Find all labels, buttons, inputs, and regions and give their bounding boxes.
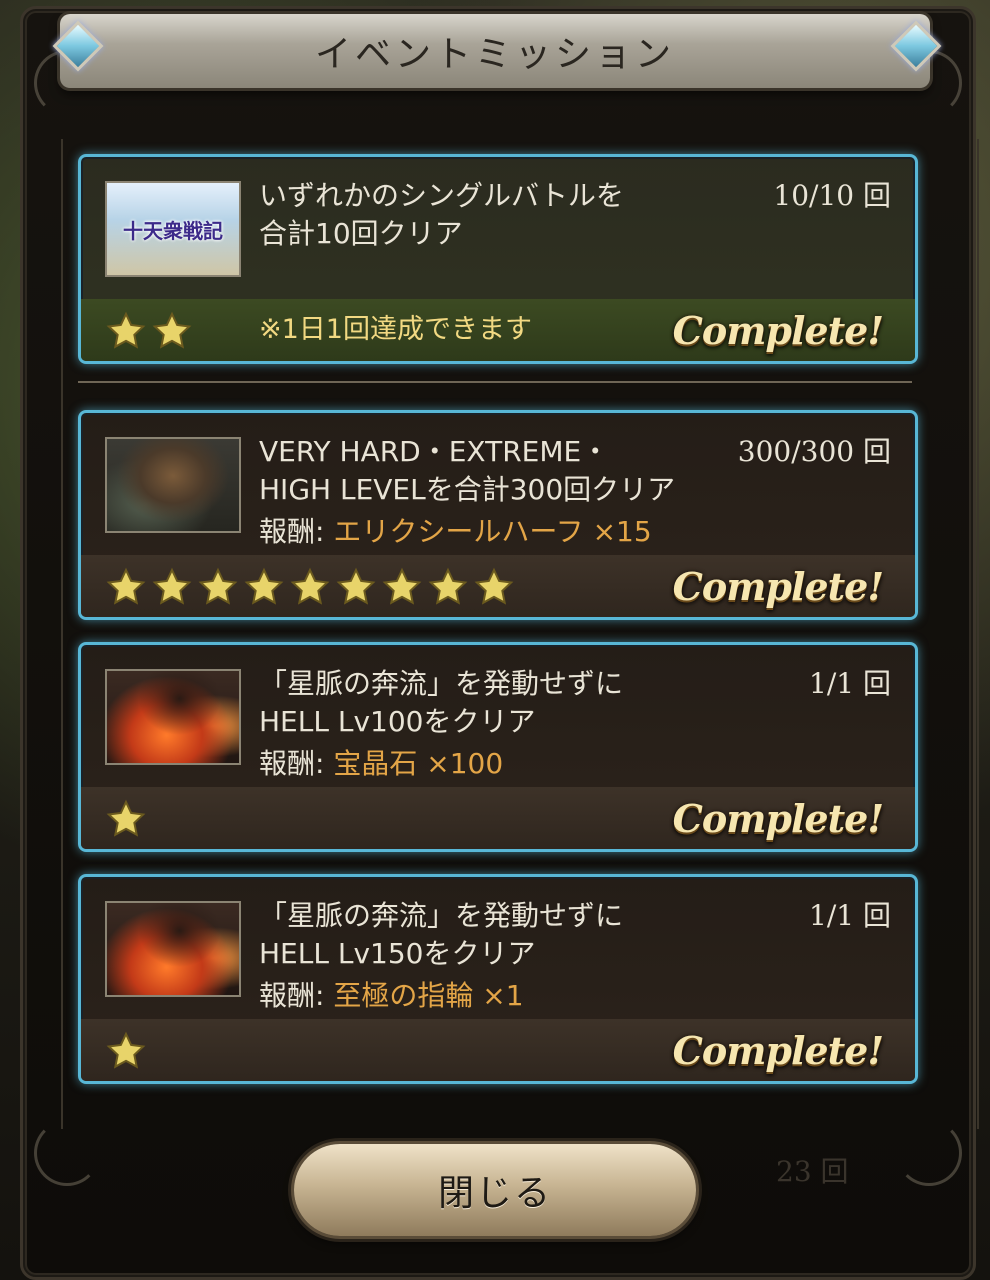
difficulty-stars (105, 799, 147, 839)
mission-thumbnail (105, 901, 241, 997)
thumbnail-title: 十天衆戦記 (123, 218, 223, 243)
reward-label: 報酬: (259, 747, 334, 780)
star-icon (106, 567, 146, 605)
mission-progress: 1/1 回 (809, 899, 891, 932)
mission-card[interactable]: VERY HARD・EXTREME・ HIGH LEVELを合計300回クリア … (78, 410, 918, 620)
complete-label: Complete! (672, 308, 884, 353)
difficulty-stars (105, 311, 193, 351)
reward-line: 報酬: エリクシールハーフ ×15 (259, 513, 652, 551)
star-icon (336, 567, 376, 605)
reward-label: 報酬: (259, 979, 334, 1012)
mission-thumbnail (105, 437, 241, 533)
section-divider (78, 381, 912, 383)
mission-card[interactable]: 十天衆戦記 いずれかのシングルバトルを 合計10回クリア 10/10 回 ※1日… (78, 154, 918, 364)
corner-ornament (896, 1120, 962, 1186)
mission-progress: 1/1 回 (809, 667, 891, 700)
close-button[interactable]: 閉じる (294, 1144, 696, 1236)
star-icon (290, 567, 330, 605)
mission-progress: 300/300 回 (737, 435, 891, 468)
reward-line: 報酬: 至極の指輪 ×1 (259, 977, 524, 1015)
mission-description: 「星脈の奔流」を発動せずに HELL Lv150をクリア (259, 899, 624, 970)
mission-card[interactable]: 「星脈の奔流」を発動せずに HELL Lv150をクリア 1/1 回 報酬: 至… (78, 874, 918, 1084)
star-icon (474, 567, 514, 605)
reward-item: 至極の指輪 ×1 (333, 979, 524, 1012)
mission-description: VERY HARD・EXTREME・ HIGH LEVELを合計300回クリア (259, 435, 676, 506)
star-icon (106, 1031, 146, 1069)
star-icon (382, 567, 422, 605)
complete-label: Complete! (672, 564, 884, 609)
reward-item: エリクシールハーフ ×15 (333, 515, 652, 548)
corner-ornament (34, 1120, 100, 1186)
complete-label: Complete! (672, 796, 884, 841)
close-button-label: 閉じる (437, 1173, 552, 1214)
dialog-title: イベントミッション (314, 34, 675, 75)
mission-thumbnail: 十天衆戦記 (105, 181, 241, 277)
star-icon (244, 567, 284, 605)
star-icon (106, 311, 146, 349)
daily-limit-note: ※1日1回達成できます (259, 314, 532, 345)
star-icon (428, 567, 468, 605)
star-icon (152, 567, 192, 605)
reward-item: 宝晶石 ×100 (333, 747, 504, 780)
mission-description: 「星脈の奔流」を発動せずに HELL Lv100をクリア (259, 667, 624, 738)
reward-label: 報酬: (259, 515, 334, 548)
mission-progress: 10/10 回 (773, 179, 891, 212)
mission-card[interactable]: 「星脈の奔流」を発動せずに HELL Lv100をクリア 1/1 回 報酬: 宝… (78, 642, 918, 852)
difficulty-stars (105, 1031, 147, 1071)
mission-thumbnail (105, 669, 241, 765)
background-counter: 23 回 (776, 1155, 849, 1188)
mission-description: いずれかのシングルバトルを 合計10回クリア (259, 179, 624, 250)
reward-line: 報酬: 宝晶石 ×100 (259, 745, 503, 783)
star-icon (198, 567, 238, 605)
difficulty-stars (105, 567, 515, 607)
star-icon (106, 799, 146, 837)
star-icon (152, 311, 192, 349)
complete-label: Complete! (672, 1028, 884, 1073)
title-banner: イベントミッション (60, 14, 930, 88)
